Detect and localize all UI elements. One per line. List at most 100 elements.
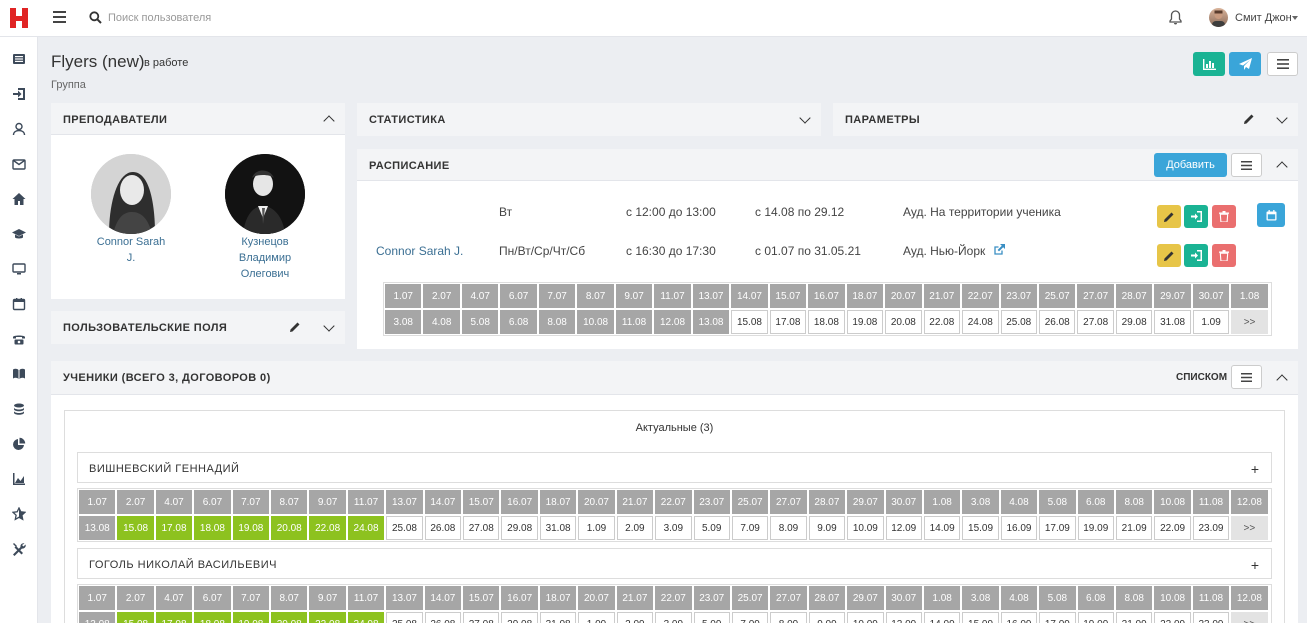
date-cell[interactable]: 3.08 <box>962 586 999 610</box>
date-cell[interactable]: 14.07 <box>424 490 462 514</box>
edit-schedule-button[interactable] <box>1157 244 1181 267</box>
date-cell[interactable]: 11.07 <box>347 490 385 514</box>
date-cell[interactable]: 11.08 <box>1192 586 1230 610</box>
date-cell[interactable]: 10.08 <box>1154 586 1191 610</box>
list-icon[interactable] <box>11 51 27 67</box>
date-cell[interactable]: 24.08 <box>962 310 999 334</box>
date-cell[interactable]: 22.07 <box>962 284 999 308</box>
date-cell[interactable]: 25.08 <box>386 612 423 623</box>
date-cell[interactable]: 14.09 <box>923 612 961 623</box>
date-cell[interactable]: 29.07 <box>847 490 884 514</box>
date-cell[interactable]: 6.07 <box>194 586 231 610</box>
plus-icon[interactable]: + <box>1251 461 1259 477</box>
calendar-icon[interactable] <box>11 296 27 312</box>
date-cell[interactable]: 10.08 <box>1154 490 1191 514</box>
calendar-button[interactable] <box>1257 203 1285 227</box>
date-cell[interactable]: 5.08 <box>461 310 499 334</box>
teacher-photo[interactable] <box>91 154 171 234</box>
date-cell[interactable]: 15.09 <box>962 516 999 540</box>
params-header[interactable]: ПАРАМЕТРЫ <box>833 103 1298 136</box>
date-cell[interactable]: 29.08 <box>501 612 538 623</box>
statistics-header[interactable]: СТАТИСТИКА <box>357 103 821 136</box>
chevron-down-icon[interactable] <box>799 112 811 124</box>
menu-icon[interactable] <box>53 11 66 23</box>
envelope-icon[interactable] <box>11 156 27 172</box>
date-cell[interactable]: 19.08 <box>846 310 884 334</box>
date-cell[interactable]: 30.07 <box>885 586 922 610</box>
date-cell[interactable]: 13.08 <box>79 516 116 540</box>
date-cell[interactable]: 5.09 <box>693 612 730 623</box>
date-cell[interactable]: 8.07 <box>577 284 614 308</box>
plus-icon[interactable]: + <box>1251 557 1259 573</box>
date-cell[interactable]: 15.08 <box>117 516 154 540</box>
date-cell[interactable]: 8.08 <box>1115 586 1153 610</box>
date-cell[interactable]: 22.07 <box>655 586 692 610</box>
date-cell[interactable]: 2.07 <box>117 586 154 610</box>
date-cell[interactable]: 29.08 <box>1115 310 1153 334</box>
book-icon[interactable] <box>11 366 27 382</box>
date-cell[interactable]: 28.07 <box>808 490 846 514</box>
date-cell[interactable]: 26.08 <box>424 516 462 540</box>
area-chart-icon[interactable] <box>11 471 27 487</box>
date-cell[interactable]: 17.08 <box>155 612 193 623</box>
date-cell[interactable]: 4.08 <box>1000 490 1038 514</box>
date-cell[interactable]: 8.07 <box>271 586 308 610</box>
date-cell[interactable]: 28.07 <box>1115 284 1153 308</box>
date-cell[interactable]: 31.08 <box>539 612 577 623</box>
graduation-cap-icon[interactable] <box>11 226 27 242</box>
star-icon[interactable] <box>11 506 27 522</box>
date-cell[interactable]: 27.08 <box>463 516 500 540</box>
date-cell[interactable]: 27.07 <box>770 490 807 514</box>
date-cell[interactable]: 3.08 <box>385 310 422 334</box>
date-cell[interactable]: 18.07 <box>539 586 577 610</box>
date-cell[interactable]: 3.09 <box>655 516 692 540</box>
date-cell[interactable]: 17.08 <box>769 310 807 334</box>
delete-schedule-button[interactable] <box>1212 205 1236 228</box>
custom-fields-header[interactable]: ПОЛЬЗОВАТЕЛЬСКИЕ ПОЛЯ <box>51 311 345 344</box>
date-cell[interactable]: 23.09 <box>1192 516 1230 540</box>
date-cell[interactable]: 10.08 <box>577 310 614 334</box>
date-cell[interactable]: 8.07 <box>271 490 308 514</box>
date-cell[interactable]: 11.07 <box>654 284 691 308</box>
date-cell[interactable]: 26.08 <box>424 612 462 623</box>
date-cell[interactable]: 17.09 <box>1039 612 1076 623</box>
date-cell[interactable]: 25.08 <box>386 516 423 540</box>
date-cell[interactable]: 11.08 <box>1192 490 1230 514</box>
date-cell[interactable]: 14.07 <box>731 284 768 308</box>
date-cell[interactable]: 24.08 <box>347 516 385 540</box>
avatar[interactable] <box>1209 8 1228 27</box>
date-cell[interactable]: 2.07 <box>117 490 154 514</box>
date-cell[interactable]: 15.07 <box>769 284 807 308</box>
date-cell[interactable]: 31.08 <box>1154 310 1191 334</box>
date-cell[interactable]: 16.07 <box>501 490 538 514</box>
date-cell[interactable]: 26.08 <box>1038 310 1076 334</box>
date-cell[interactable]: 19.09 <box>1077 612 1114 623</box>
chevron-up-icon[interactable] <box>1276 374 1288 386</box>
date-cell[interactable]: 4.08 <box>423 310 460 334</box>
user-icon[interactable] <box>11 121 27 137</box>
date-cell[interactable]: 24.08 <box>347 612 385 623</box>
date-cell[interactable]: 19.09 <box>1077 516 1114 540</box>
date-cell[interactable]: 3.09 <box>655 612 692 623</box>
teacher-name-connor[interactable]: Connor Sarah J. <box>76 234 186 266</box>
date-cell[interactable]: 21.09 <box>1115 516 1153 540</box>
schedule-teacher-link[interactable]: Connor Sarah J. <box>376 244 463 258</box>
date-cell[interactable]: 22.08 <box>923 310 961 334</box>
date-cell[interactable]: 9.09 <box>808 516 846 540</box>
date-cell[interactable]: 7.07 <box>232 586 270 610</box>
date-cell[interactable]: 1.08 <box>923 586 961 610</box>
chevron-down-icon[interactable] <box>1292 16 1298 20</box>
date-cell[interactable]: 6.08 <box>1077 490 1114 514</box>
date-cell[interactable]: 4.08 <box>1000 586 1038 610</box>
date-cell[interactable]: 15.07 <box>463 490 500 514</box>
date-cell[interactable]: 17.09 <box>1039 516 1076 540</box>
schedule-menu-button[interactable] <box>1231 153 1262 177</box>
date-cell[interactable]: 23.07 <box>693 490 730 514</box>
delete-schedule-button[interactable] <box>1212 244 1236 267</box>
date-cell[interactable]: 15.08 <box>117 612 154 623</box>
date-cell[interactable]: 4.07 <box>461 284 499 308</box>
date-cell[interactable]: 22.08 <box>309 612 346 623</box>
date-cell[interactable]: 13.08 <box>692 310 730 334</box>
date-cell[interactable]: 6.08 <box>1077 586 1114 610</box>
logo-icon[interactable] <box>9 7 29 29</box>
